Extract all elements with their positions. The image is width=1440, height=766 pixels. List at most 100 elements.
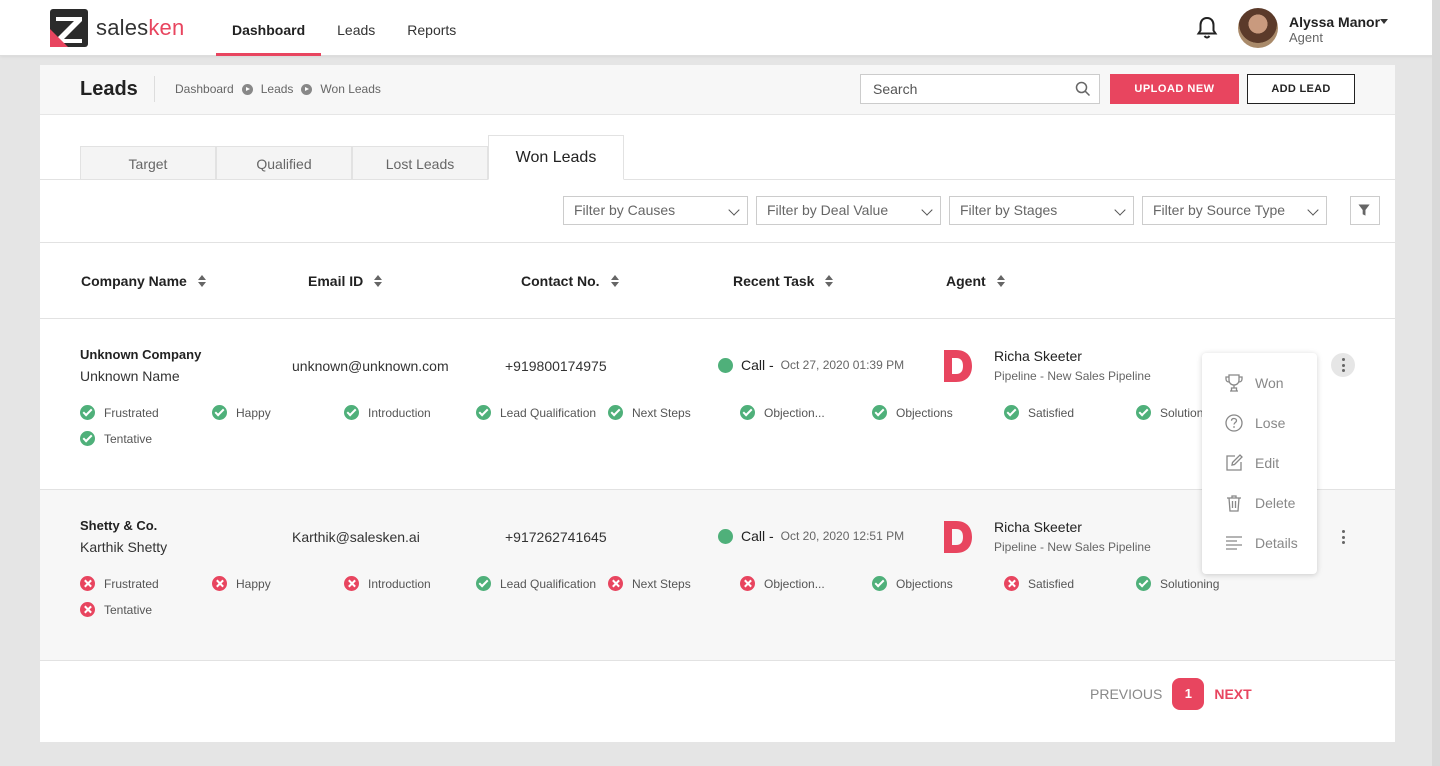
- tab-won-leads[interactable]: Won Leads: [488, 135, 624, 180]
- tag-label: Solutioning: [1160, 576, 1220, 591]
- user-role: Agent: [1289, 30, 1323, 45]
- user-menu-caret-icon[interactable]: [1380, 19, 1388, 24]
- table-row[interactable]: Shetty & Co. Karthik Shetty Karthik@sale…: [40, 490, 1395, 661]
- nav-leads[interactable]: Leads: [321, 0, 391, 56]
- search-input[interactable]: [861, 75, 1061, 103]
- sort-icon[interactable]: [374, 275, 383, 287]
- table-row[interactable]: Unknown Company Unknown Name unknown@unk…: [40, 319, 1395, 490]
- chevron-right-icon: [241, 83, 253, 95]
- tag-item: Frustrated: [80, 576, 159, 591]
- add-lead-button[interactable]: ADD LEAD: [1247, 74, 1355, 104]
- salesken-logo[interactable]: salesken: [50, 9, 184, 47]
- x-circle-icon: [740, 576, 755, 591]
- column-recent-task[interactable]: Recent Task: [733, 273, 834, 289]
- menu-item-lose[interactable]: Lose: [1224, 413, 1285, 433]
- next-page-button[interactable]: NEXT: [1214, 686, 1251, 702]
- menu-item-label: Edit: [1255, 455, 1280, 471]
- x-circle-icon: [344, 576, 359, 591]
- user-avatar[interactable]: [1238, 8, 1278, 48]
- row-actions-kebab-icon[interactable]: [1331, 353, 1355, 377]
- filter-deal-value-select[interactable]: Filter by Deal Value: [756, 196, 941, 225]
- breadcrumb-leads[interactable]: Leads: [261, 82, 294, 96]
- email-id: unknown@unknown.com: [292, 358, 449, 374]
- x-circle-icon: [80, 602, 95, 617]
- sort-icon[interactable]: [197, 275, 206, 287]
- chevron-down-icon: [728, 204, 740, 216]
- title-divider: [154, 76, 155, 102]
- menu-item-details[interactable]: Details: [1224, 533, 1298, 553]
- check-circle-icon: [1004, 405, 1019, 420]
- column-email-id[interactable]: Email ID: [308, 273, 383, 289]
- nav-reports[interactable]: Reports: [391, 0, 472, 56]
- search-icon[interactable]: [1075, 81, 1091, 97]
- check-circle-icon: [80, 405, 95, 420]
- tag-label: Objection...: [764, 405, 825, 420]
- agent-company-logo-icon: [944, 350, 972, 382]
- breadcrumb-won-leads: Won Leads: [320, 82, 381, 96]
- menu-item-label: Delete: [1255, 495, 1296, 511]
- edit-icon: [1226, 454, 1243, 471]
- task-type: Call -: [741, 528, 774, 544]
- sort-icon[interactable]: [825, 275, 834, 287]
- menu-item-won[interactable]: Won: [1224, 373, 1284, 393]
- x-circle-icon: [212, 576, 227, 591]
- column-agent[interactable]: Agent: [946, 273, 1005, 289]
- nav-dashboard[interactable]: Dashboard: [216, 0, 322, 56]
- column-contact-no[interactable]: Contact No.: [521, 273, 619, 289]
- contact-name: Unknown Name: [80, 368, 180, 384]
- filter-button[interactable]: [1350, 196, 1380, 225]
- x-circle-icon: [80, 576, 95, 591]
- phone-call-icon: [718, 357, 733, 373]
- tag-label: Satisfied: [1028, 405, 1075, 420]
- column-contact-no-label: Contact No.: [521, 273, 600, 289]
- tab-qualified[interactable]: Qualified: [216, 146, 352, 180]
- kebab-dot: [1341, 535, 1345, 539]
- column-agent-label: Agent: [946, 273, 986, 289]
- menu-item-delete[interactable]: Delete: [1224, 493, 1295, 513]
- question-circle-icon: [1225, 414, 1243, 432]
- details-lines-icon: [1226, 536, 1242, 550]
- sort-icon[interactable]: [996, 275, 1005, 287]
- kebab-dot: [1341, 541, 1345, 544]
- menu-item-label: Won: [1255, 375, 1284, 391]
- tag-item: Next Steps: [608, 405, 691, 420]
- page-number-current[interactable]: 1: [1172, 678, 1205, 710]
- filter-bar: Filter by Causes Filter by Deal Value Fi…: [563, 196, 1335, 225]
- breadcrumb-dashboard[interactable]: Dashboard: [175, 82, 234, 96]
- check-circle-icon: [872, 576, 887, 591]
- filter-funnel-icon: [1358, 204, 1370, 216]
- chevron-down-icon: [1114, 204, 1126, 216]
- tab-lost-leads[interactable]: Lost Leads: [352, 146, 488, 180]
- column-company-name[interactable]: Company Name: [81, 273, 206, 289]
- check-circle-icon: [740, 405, 755, 420]
- brand-name: salesken: [96, 15, 185, 40]
- menu-item-edit[interactable]: Edit: [1224, 453, 1279, 473]
- task-date: Oct 20, 2020 12:51 PM: [780, 529, 905, 543]
- previous-page-button[interactable]: PREVIOUS: [1090, 686, 1162, 702]
- tag-item: Satisfied: [1004, 576, 1074, 591]
- sort-icon[interactable]: [610, 275, 619, 287]
- salesken-logo-mark-icon: [50, 9, 88, 47]
- check-circle-icon: [1136, 576, 1151, 591]
- tag-item: Happy: [212, 576, 271, 591]
- filters-divider: [40, 242, 1395, 243]
- kebab-dot: [1341, 363, 1345, 367]
- filter-stages-select[interactable]: Filter by Stages: [949, 196, 1134, 225]
- user-name[interactable]: Alyssa Manor: [1289, 14, 1380, 30]
- tabs-divider: [40, 179, 1395, 180]
- column-company-name-label: Company Name: [81, 273, 187, 289]
- tab-target[interactable]: Target: [80, 146, 216, 180]
- filter-source-type-select[interactable]: Filter by Source Type: [1142, 196, 1327, 225]
- tag-item: Objection...: [740, 576, 825, 591]
- notification-bell-icon[interactable]: [1196, 16, 1218, 40]
- contact-number: +917262741645: [505, 529, 607, 545]
- tag-item: Introduction: [344, 405, 431, 420]
- upload-new-button[interactable]: UPLOAD NEW: [1110, 74, 1239, 104]
- task-date: Oct 27, 2020 01:39 PM: [780, 358, 905, 372]
- tag-item: Tentative: [80, 602, 152, 617]
- filter-causes-select[interactable]: Filter by Causes: [563, 196, 748, 225]
- check-circle-icon: [608, 405, 623, 420]
- row-actions-menu: Won Lose Edit Delete Details: [1202, 353, 1317, 574]
- row-actions-kebab-icon[interactable]: [1331, 525, 1355, 549]
- window-scrollbar[interactable]: [1432, 0, 1440, 766]
